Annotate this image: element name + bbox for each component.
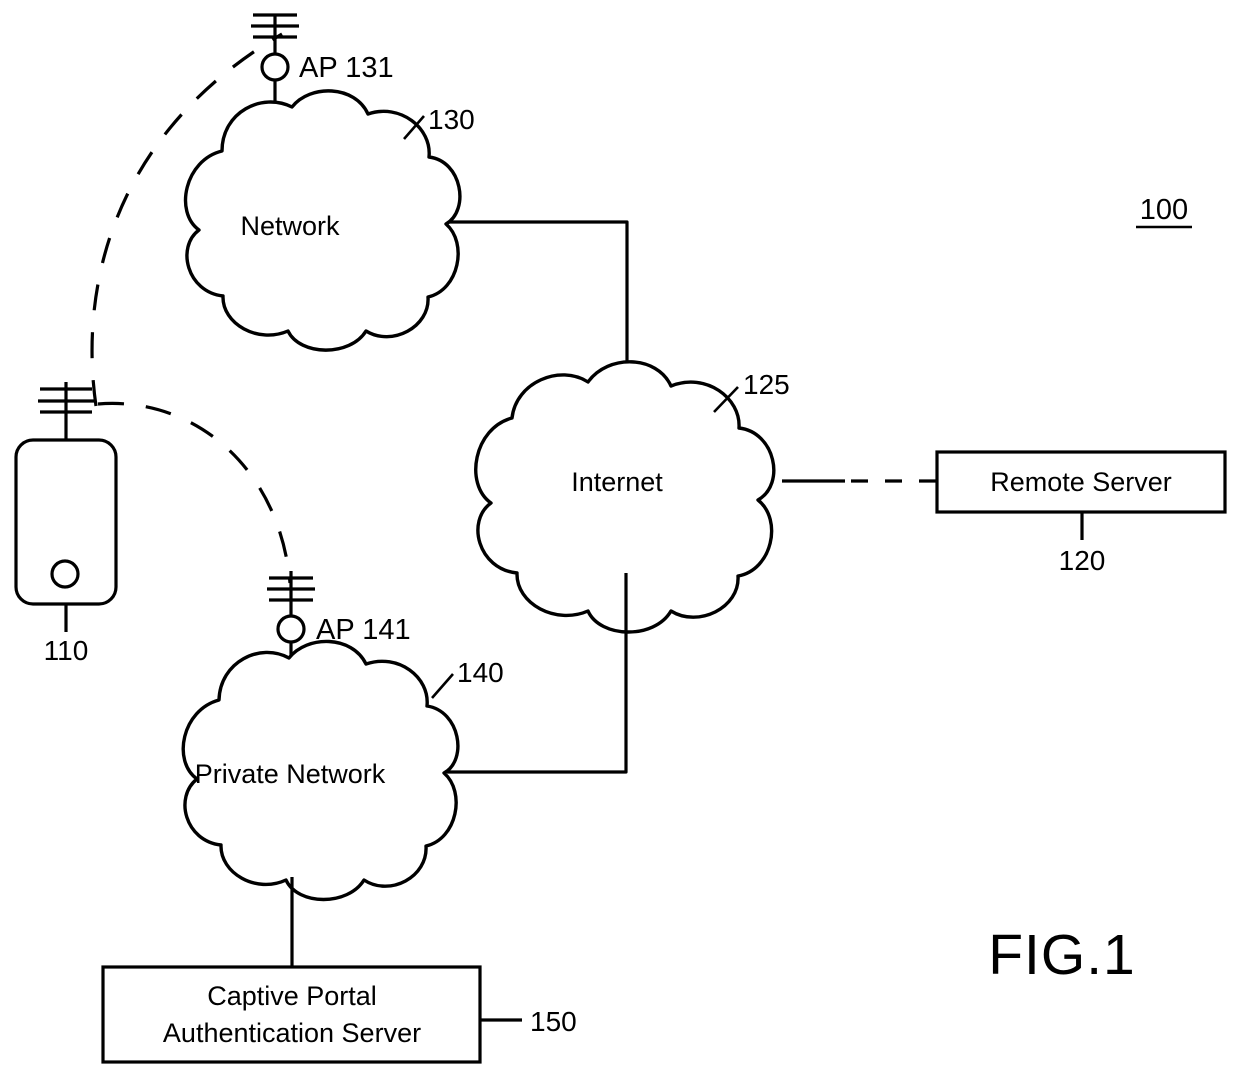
system-ref-group: 100 (1136, 194, 1192, 229)
captive-portal-ref-label: 150 (530, 1006, 577, 1037)
network-cloud-group: Network 130 (183, 89, 475, 352)
device-ref-label: 110 (44, 635, 89, 666)
captive-portal-label-line1: Captive Portal (207, 981, 377, 1011)
internet-ref-label: 125 (743, 369, 790, 400)
ap131-label: AP 131 (299, 52, 394, 84)
remote-server-ref-label: 120 (1059, 545, 1106, 576)
private-network-cloud-label: Private Network (195, 759, 386, 789)
figure-caption: FIG.1 (988, 923, 1136, 987)
network-ref-label: 130 (428, 104, 475, 135)
private-network-ref-leader (431, 673, 454, 699)
captive-portal-label-line2: Authentication Server (163, 1018, 421, 1048)
ap141-node-circle (276, 614, 306, 644)
ap131-node-circle (260, 52, 290, 82)
internet-cloud-group: Internet 125 (474, 360, 790, 634)
remote-server-group: Remote Server 120 (935, 450, 1227, 576)
device-home-button (50, 559, 80, 589)
internet-cloud-label: Internet (571, 467, 663, 497)
patent-figure-canvas: AP 131 Network 130 110 Internet 125 Remo… (0, 0, 1240, 1081)
mobile-device-group: 110 (14, 382, 118, 666)
remote-server-label: Remote Server (990, 467, 1172, 497)
private-network-ref-label: 140 (457, 657, 504, 688)
link-network-to-internet (449, 220, 629, 390)
system-ref-label: 100 (1140, 194, 1188, 226)
wireless-link-device-to-ap141 (97, 401, 292, 584)
network-architecture-diagram: AP 131 Network 130 110 Internet 125 Remo… (14, 13, 1227, 1064)
network-cloud-label: Network (240, 211, 340, 241)
captive-portal-group: Captive Portal Authentication Server 150 (101, 965, 577, 1064)
